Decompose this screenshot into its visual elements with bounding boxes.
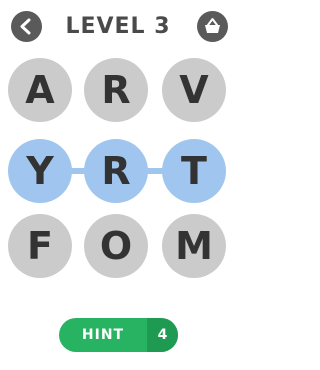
letter-tile[interactable]: Y	[8, 139, 72, 203]
letter-tile[interactable]: T	[162, 139, 226, 203]
shop-button[interactable]	[197, 11, 228, 42]
tile-letter: F	[27, 224, 53, 268]
tile-letter: T	[181, 149, 207, 193]
tile-letter: R	[101, 149, 131, 193]
letter-tile[interactable]: A	[8, 58, 72, 122]
tile-letter: V	[179, 68, 209, 112]
letter-tile[interactable]: R	[84, 58, 148, 122]
letter-tile[interactable]: V	[162, 58, 226, 122]
tile-letter: M	[175, 224, 213, 268]
letter-tile[interactable]: O	[84, 214, 148, 278]
letter-tile[interactable]: R	[84, 139, 148, 203]
hint-label: HINT	[81, 327, 125, 343]
tile-letter: O	[99, 224, 133, 268]
basket-icon	[205, 18, 220, 33]
letter-tile[interactable]: M	[162, 214, 226, 278]
tile-letter: A	[25, 68, 55, 112]
letter-board: A R V Y R T F OM	[0, 58, 236, 288]
letter-tile[interactable]: F	[8, 214, 72, 278]
header: LEVEL 3	[0, 0, 236, 52]
chevron-left-icon	[20, 18, 31, 35]
level-title: LEVEL 3	[65, 14, 171, 39]
tile-letter: Y	[26, 149, 54, 193]
hint-button[interactable]: HINT 4	[59, 318, 178, 352]
hint-count: 4	[147, 318, 178, 352]
tile-letter: R	[101, 68, 131, 112]
back-button[interactable]	[11, 11, 42, 42]
